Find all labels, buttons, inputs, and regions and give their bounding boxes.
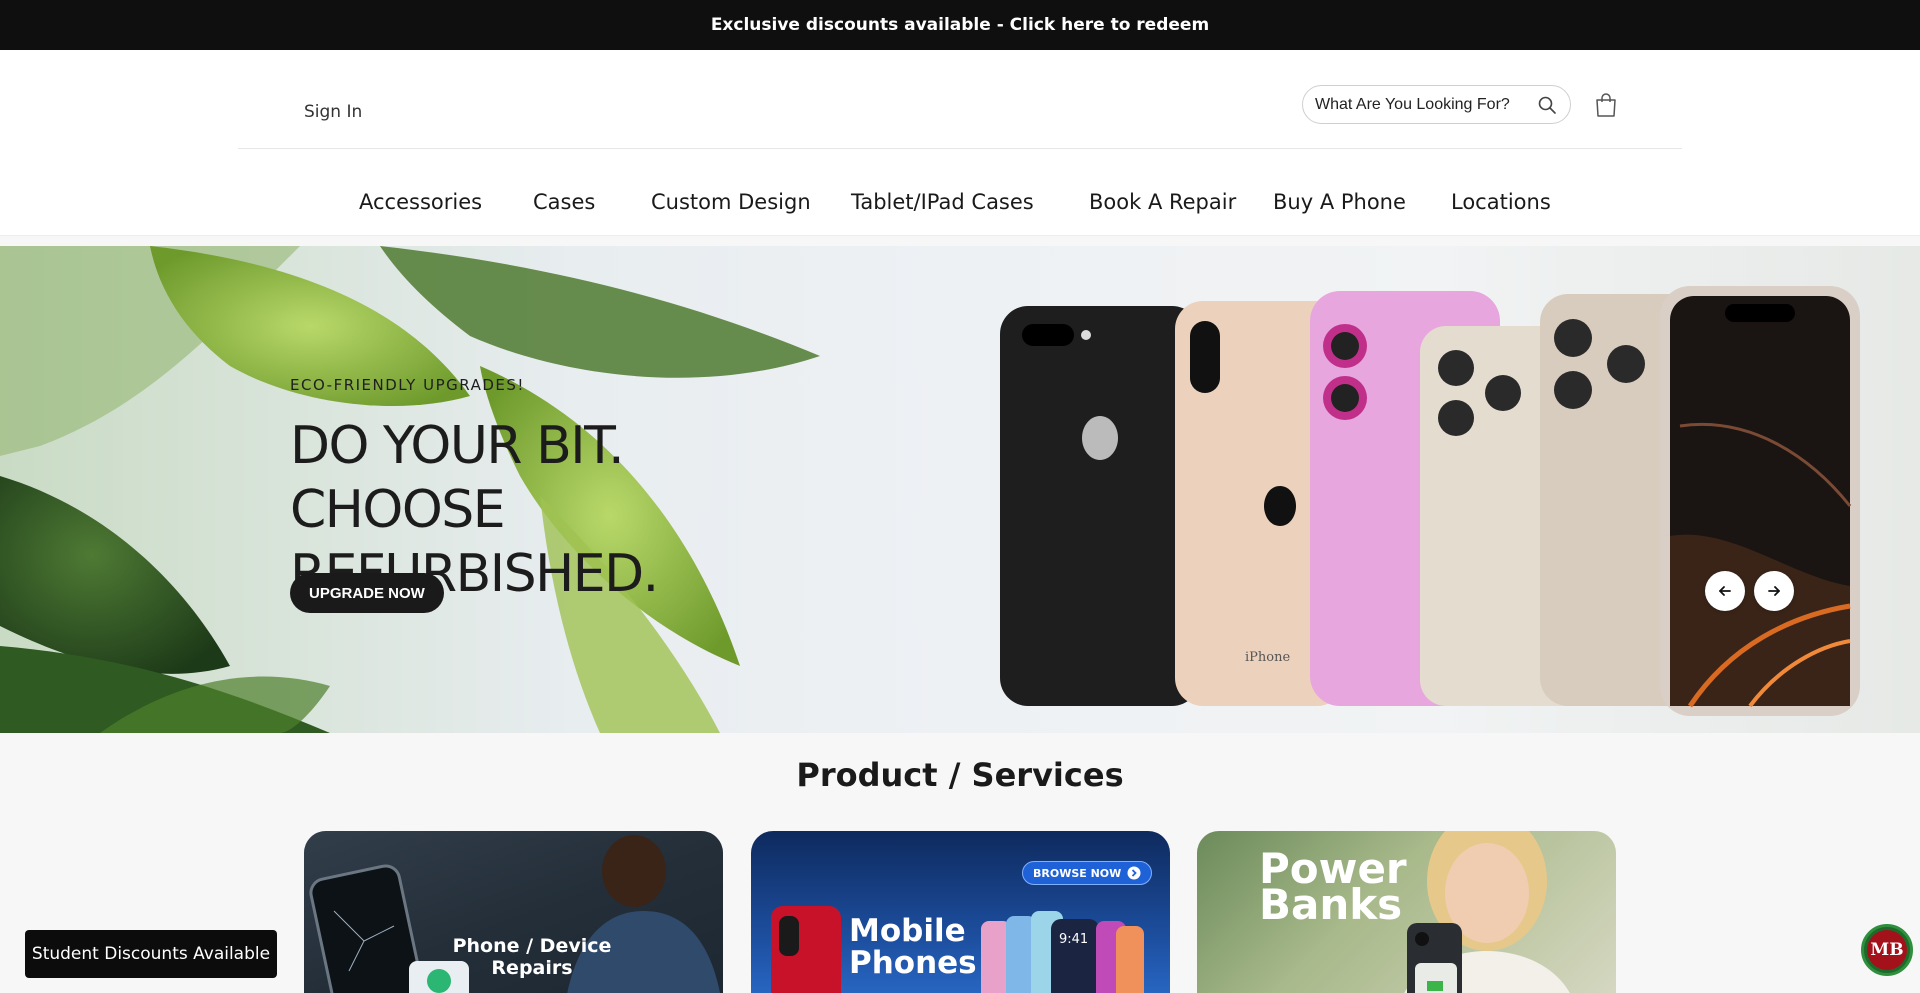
product-card-repairs[interactable]: Phone / Device Repairs: [304, 831, 723, 993]
carousel-prev-button[interactable]: [1705, 571, 1745, 611]
search-input[interactable]: [1315, 95, 1530, 114]
power-banks-line2: Banks: [1259, 880, 1403, 929]
upgrade-now-button[interactable]: UPGRADE NOW: [290, 573, 444, 613]
products-section-title: Product / Services: [796, 756, 1124, 794]
main-nav: Accessories Cases Custom Design Tablet/I…: [0, 190, 1920, 220]
header-bottom-border: [0, 235, 1920, 236]
search-icon[interactable]: [1537, 95, 1557, 115]
arrow-right-icon: [1768, 586, 1780, 596]
header-divider: [238, 148, 1682, 149]
carousel-next-button[interactable]: [1754, 571, 1794, 611]
hero-banner: iPhone ECO-FRIENDLY UPGRADES! DO YOUR BI…: [0, 246, 1920, 733]
search-box[interactable]: [1302, 85, 1571, 124]
shopping-bag-icon[interactable]: [1594, 92, 1618, 118]
mobile-phones-line1: Mobile: [849, 913, 966, 949]
site-header: Sign In Accessories Cases Custom Design …: [0, 50, 1920, 236]
phone-screen-time: 9:41: [1059, 932, 1088, 947]
phones-illustration: iPhone: [1000, 286, 1860, 716]
nav-item-tablet-ipad-cases[interactable]: Tablet/IPad Cases: [851, 190, 1034, 214]
sign-in-link[interactable]: Sign In: [304, 102, 362, 122]
announcement-bar[interactable]: Exclusive discounts available - Click he…: [0, 0, 1920, 50]
nav-item-accessories[interactable]: Accessories: [359, 190, 482, 214]
repairs-card-line1: Phone / Device: [452, 935, 612, 957]
announcement-text[interactable]: Exclusive discounts available - Click he…: [711, 15, 1209, 35]
student-discount-toast[interactable]: Student Discounts Available: [25, 930, 277, 978]
chevron-right-circle-icon: [1127, 866, 1141, 880]
hero-eyebrow: ECO-FRIENDLY UPGRADES!: [290, 376, 525, 394]
nav-item-locations[interactable]: Locations: [1451, 190, 1551, 214]
product-card-mobile-phones[interactable]: 9:41 BROWSE NOW Mobile Phones: [751, 831, 1170, 993]
nav-item-book-a-repair[interactable]: Book A Repair: [1089, 190, 1236, 214]
phone-back-text: iPhone: [1245, 650, 1290, 665]
browse-now-label: BROWSE NOW: [1033, 866, 1122, 880]
mobile-phones-line2: Phones: [849, 945, 977, 981]
product-card-power-banks[interactable]: Power Banks: [1197, 831, 1616, 993]
mb-logo-icon: MB: [1867, 930, 1907, 970]
repairs-card-line2: Repairs: [491, 957, 573, 979]
chat-widget-button[interactable]: MB: [1861, 924, 1913, 976]
nav-item-buy-a-phone[interactable]: Buy A Phone: [1273, 190, 1406, 214]
browse-now-badge[interactable]: BROWSE NOW: [1022, 861, 1153, 885]
student-discount-text: Student Discounts Available: [31, 944, 271, 964]
nav-item-custom-design[interactable]: Custom Design: [651, 190, 811, 214]
nav-item-cases[interactable]: Cases: [533, 190, 595, 214]
arrow-left-icon: [1719, 586, 1731, 596]
